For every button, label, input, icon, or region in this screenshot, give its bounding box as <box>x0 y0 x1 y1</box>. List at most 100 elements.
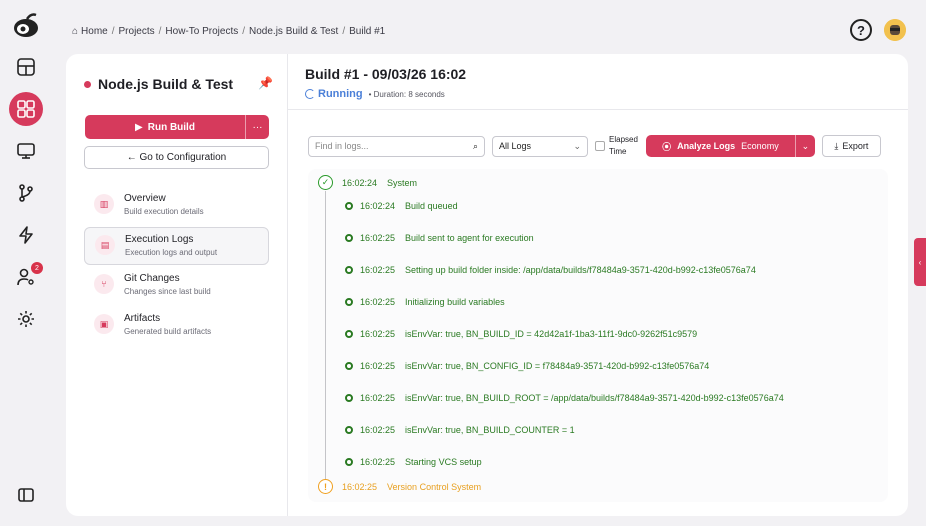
file-icon: ▣ <box>94 314 114 334</box>
check-circle-icon: ✓ <box>318 175 333 190</box>
log-entry: 16:02:25 Initializing build variables <box>345 297 505 307</box>
document-icon: ▤ <box>95 235 115 255</box>
breadcrumb: ⌂ Home / Projects / How-To Projects / No… <box>72 25 386 37</box>
projects-rail-button[interactable] <box>9 92 43 126</box>
build-content: Build #1 - 09/03/26 16:02 Running • Dura… <box>288 54 908 516</box>
analyze-mode-label: Economy <box>741 141 779 151</box>
log-dot-icon <box>345 458 353 466</box>
dashboard-rail-button[interactable] <box>9 50 43 84</box>
log-text: Starting VCS setup <box>405 457 482 467</box>
log-toolbar: Find in logs... ⌕ All Logs ⌄ Elapsed Tim… <box>308 135 888 157</box>
avatar[interactable] <box>884 19 906 41</box>
build-sidebar: Node.js Build & Test 📌 ▶ Run Build ··· ←… <box>66 54 288 516</box>
breadcrumb-home[interactable]: Home <box>81 26 108 37</box>
nav-artifacts[interactable]: ▣ Artifacts Generated build artifacts <box>84 307 269 345</box>
log-text: Build queued <box>405 201 458 211</box>
log-time: 16:02:25 <box>360 457 396 467</box>
nav-item-title: Artifacts <box>124 313 161 324</box>
nav-execution-logs[interactable]: ▤ Execution Logs Execution logs and outp… <box>84 227 269 265</box>
log-dot-icon <box>345 362 353 370</box>
log-entry: 16:02:25 isEnvVar: true, BN_BUILD_COUNTE… <box>345 425 575 435</box>
go-to-configuration-button[interactable]: ← Go to Configuration <box>84 146 269 169</box>
triggers-rail-button[interactable] <box>9 218 43 252</box>
nav-item-subtitle: Changes since last build <box>124 287 211 296</box>
timeline-line <box>325 191 326 487</box>
log-dot-icon <box>345 234 353 242</box>
app-logo-icon[interactable] <box>11 10 41 40</box>
vcs-rail-button[interactable] <box>9 176 43 210</box>
page-title: Build #1 - 09/03/26 16:02 <box>305 66 467 82</box>
log-time: 16:02:25 <box>360 329 396 339</box>
warning-circle-icon: ! <box>318 479 333 494</box>
elapsed-time-label: Elapsed Time <box>609 134 638 158</box>
log-entry: 16:02:25 Starting VCS setup <box>345 457 482 467</box>
search-input[interactable]: Find in logs... ⌕ <box>308 135 485 157</box>
elapsed-time-checkbox[interactable] <box>595 141 605 151</box>
log-entry: 16:02:25 isEnvVar: true, BN_CONFIG_ID = … <box>345 361 709 371</box>
build-nav: ▥ Overview Build execution details ▤ Exe… <box>84 187 269 347</box>
main-card: Node.js Build & Test 📌 ▶ Run Build ··· ←… <box>66 54 908 516</box>
breadcrumb-projects[interactable]: Projects <box>119 26 155 37</box>
log-text: Version Control System <box>387 481 482 492</box>
breadcrumb-build: Build #1 <box>349 25 386 37</box>
divider <box>288 109 908 110</box>
status-badge: Running <box>318 88 363 100</box>
side-panel-handle[interactable]: ‹ <box>914 238 926 286</box>
play-icon: ▶ <box>135 121 143 133</box>
elapsed-label-line1: Elapsed <box>609 135 638 144</box>
git-branch-icon: ⑂ <box>94 274 114 294</box>
log-filter-select[interactable]: All Logs ⌄ <box>492 135 588 157</box>
log-entry: 16:02:25 Build sent to agent for executi… <box>345 233 534 243</box>
log-time: 16:02:25 <box>360 361 396 371</box>
log-dot-icon <box>345 394 353 402</box>
run-build-main[interactable]: ▶ Run Build <box>85 115 245 139</box>
notification-badge: 2 <box>31 262 43 274</box>
help-icon[interactable]: ? <box>850 19 872 41</box>
home-icon[interactable]: ⌂ <box>72 26 78 37</box>
nav-overview[interactable]: ▥ Overview Build execution details <box>84 187 269 225</box>
log-entry: 16:02:25 isEnvVar: true, BN_BUILD_ROOT =… <box>345 393 784 403</box>
nav-item-title: Overview <box>124 193 166 204</box>
log-text: Initializing build variables <box>405 297 505 307</box>
export-button[interactable]: ⤓ Export <box>821 135 881 157</box>
breadcrumb-howto-projects[interactable]: How-To Projects <box>165 26 238 37</box>
nav-item-title: Execution Logs <box>125 234 194 245</box>
log-dot-icon <box>345 266 353 274</box>
users-rail-button[interactable]: 2 <box>9 260 43 294</box>
log-text: isEnvVar: true, BN_BUILD_COUNTER = 1 <box>405 425 575 435</box>
run-build-label: Run Build <box>147 121 195 133</box>
log-group-vcs[interactable]: ! 16:02:25 Version Control System <box>318 479 481 494</box>
log-entry: 16:02:25 Setting up build folder inside:… <box>345 265 756 275</box>
log-time: 16:02:25 <box>360 297 396 307</box>
chart-icon: ▥ <box>94 194 114 214</box>
nav-item-title: Git Changes <box>124 273 180 284</box>
analyze-mode-dropdown[interactable]: ⌄ <box>794 135 815 157</box>
log-time: 16:02:25 <box>360 265 396 275</box>
log-entry: 16:02:24 Build queued <box>345 201 458 211</box>
export-label: Export <box>842 141 869 151</box>
run-build-button[interactable]: ▶ Run Build ··· <box>85 115 269 139</box>
log-time: 16:02:25 <box>360 425 396 435</box>
pin-icon[interactable]: 📌 <box>258 76 273 90</box>
search-icon: ⌕ <box>472 140 478 151</box>
log-text: Setting up build folder inside: /app/dat… <box>405 265 756 275</box>
log-group-system[interactable]: ✓ 16:02:24 System <box>318 175 417 190</box>
settings-rail-button[interactable] <box>9 302 43 336</box>
nav-item-subtitle: Generated build artifacts <box>124 327 212 336</box>
analyze-logs-main[interactable]: ⦿ Analyze Logs Economy <box>646 135 795 157</box>
elapsed-time-toggle[interactable]: Elapsed Time <box>595 134 638 158</box>
log-dot-icon <box>345 298 353 306</box>
analyze-logs-button[interactable]: ⦿ Analyze Logs Economy ⌄ <box>645 135 815 157</box>
collapse-sidebar-button[interactable] <box>9 478 43 512</box>
nav-git-changes[interactable]: ⑂ Git Changes Changes since last build <box>84 267 269 305</box>
log-dot-icon <box>345 426 353 434</box>
log-text: isEnvVar: true, BN_CONFIG_ID = f78484a9-… <box>405 361 710 371</box>
log-dot-icon <box>345 202 353 210</box>
log-entry: 16:02:25 isEnvVar: true, BN_BUILD_ID = 4… <box>345 329 697 339</box>
breadcrumb-project[interactable]: Node.js Build & Test <box>249 26 338 37</box>
log-time: 16:02:24 <box>360 201 396 211</box>
agents-rail-button[interactable] <box>9 134 43 168</box>
left-rail: 2 <box>0 0 52 526</box>
nav-item-subtitle: Execution logs and output <box>125 248 218 257</box>
run-options-button[interactable]: ··· <box>245 115 269 139</box>
